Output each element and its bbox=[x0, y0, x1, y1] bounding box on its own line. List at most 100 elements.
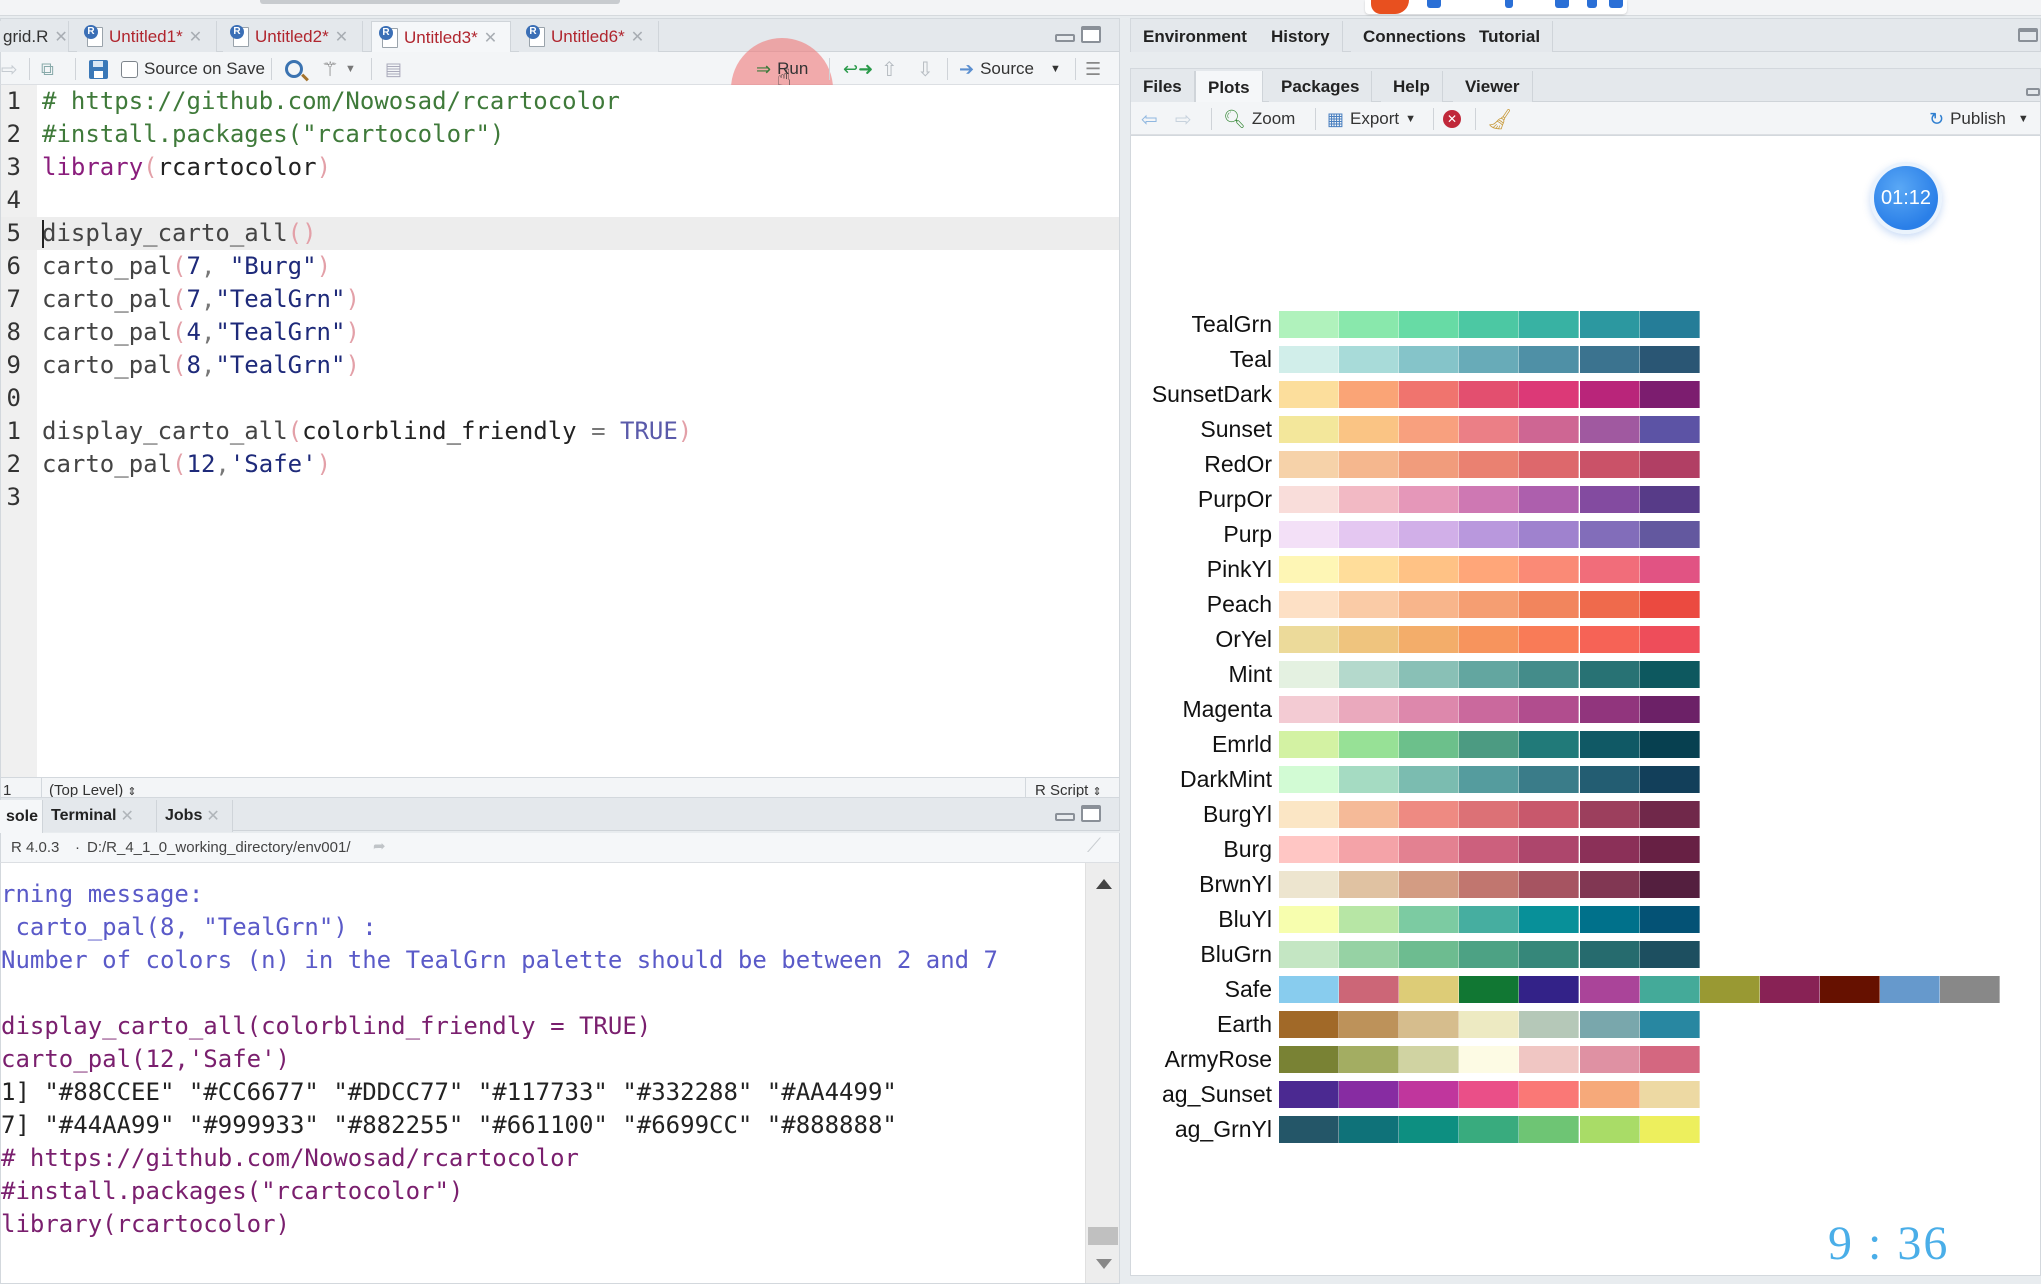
toolbar-separator bbox=[1211, 108, 1212, 130]
close-tab-icon[interactable]: ✕ bbox=[484, 28, 497, 48]
tab-packages[interactable]: Packages bbox=[1269, 71, 1373, 103]
minimize-pane-button[interactable] bbox=[1055, 34, 1075, 42]
show-in-window-icon[interactable]: ⧉ bbox=[41, 57, 54, 81]
console-tab[interactable]: sole bbox=[0, 800, 43, 833]
find-replace-button[interactable] bbox=[285, 57, 303, 81]
next-plot-button[interactable]: ⇨ bbox=[1175, 107, 1192, 131]
clear-console-broom-icon[interactable]: ⟋ bbox=[1087, 835, 1101, 858]
console-tab[interactable]: Terminal ✕ bbox=[43, 800, 157, 832]
scroll-up-arrow-icon[interactable] bbox=[1096, 879, 1112, 889]
palette-swatch bbox=[1339, 906, 1400, 933]
code-token: rcartocolor bbox=[157, 153, 317, 181]
tab-viewer[interactable]: Viewer bbox=[1453, 71, 1533, 103]
zoom-button[interactable]: 🔍︎ Zoom bbox=[1223, 107, 1295, 131]
editor-toolbar: ⇨ ⧉ Source on Save ⚚ ▼ ▤ ⇒ Run ☝ ↩➜ ⇧ ⇩ ➔… bbox=[0, 38, 1120, 140]
code-editor[interactable]: 1 # https://github.com/Nowosad/rcartocolo… bbox=[0, 85, 1120, 777]
console-output[interactable]: rning message: carto_pal(8, "TealGrn") :… bbox=[0, 863, 1120, 1284]
save-button[interactable] bbox=[89, 57, 108, 81]
source-tab-label: Untitled2* bbox=[255, 27, 329, 46]
code-token: ( bbox=[143, 153, 158, 181]
tab-files[interactable]: Files bbox=[1131, 71, 1195, 103]
palette-swatch bbox=[1519, 486, 1580, 513]
source-tab[interactable]: Untitled1* ✕ bbox=[77, 21, 217, 53]
palette-swatch bbox=[1339, 556, 1400, 583]
document-outline-button[interactable]: ☰ bbox=[1085, 57, 1101, 81]
code-tools-button[interactable]: ⚚ ▼ bbox=[321, 57, 356, 81]
restore-pane-button[interactable] bbox=[2018, 28, 2038, 42]
palette-swatch bbox=[1579, 766, 1640, 793]
tab-tutorial[interactable]: Tutorial bbox=[1467, 21, 1554, 53]
previous-plot-button[interactable]: ⇦ bbox=[1141, 107, 1158, 131]
tab-connections[interactable]: Connections bbox=[1351, 21, 1479, 53]
chevron-down-icon[interactable]: ▼ bbox=[1050, 63, 1061, 75]
compile-report-button[interactable]: ▤ bbox=[385, 57, 402, 81]
palette-swatch bbox=[1399, 381, 1460, 408]
source-tab[interactable]: grid.R ✕ bbox=[0, 21, 69, 53]
palette-swatch bbox=[1639, 486, 1700, 513]
source-label: Source bbox=[980, 59, 1034, 78]
tab-plots[interactable]: Plots bbox=[1195, 71, 1263, 104]
console-tab[interactable]: Jobs ✕ bbox=[157, 800, 233, 832]
code-token: display_carto_all bbox=[42, 417, 288, 445]
maximize-pane-button[interactable] bbox=[1081, 805, 1101, 822]
code-line: 0 bbox=[1, 382, 1119, 415]
line-number: 3 bbox=[6, 153, 21, 181]
overlay-icon[interactable] bbox=[1427, 0, 1441, 8]
rerun-button[interactable]: ↩➜ bbox=[843, 57, 873, 81]
next-section-button[interactable]: ⇩ bbox=[917, 57, 934, 81]
close-tab-icon[interactable]: ✕ bbox=[121, 806, 134, 826]
remove-plot-button[interactable]: ✕ bbox=[1443, 107, 1461, 131]
previous-section-button[interactable]: ⇧ bbox=[881, 57, 898, 81]
minimize-pane-button[interactable] bbox=[1055, 813, 1075, 821]
palette-swatch bbox=[1519, 661, 1580, 688]
console-line: rning message: bbox=[1, 880, 204, 908]
recording-timer-badge[interactable]: 01:12 bbox=[1870, 162, 1942, 234]
close-tab-icon[interactable]: ✕ bbox=[54, 27, 67, 47]
overlay-icon[interactable] bbox=[1587, 0, 1597, 8]
publish-button[interactable]: ↻ Publish ▼ bbox=[1929, 107, 2029, 131]
palette-swatch bbox=[1279, 836, 1340, 863]
palette-swatch bbox=[1880, 976, 1941, 1003]
source-on-save-toggle[interactable]: Source on Save bbox=[121, 57, 265, 81]
code-token: ( bbox=[172, 351, 187, 379]
input-method-logo-icon[interactable] bbox=[1371, 0, 1409, 14]
tab-environment[interactable]: Environment bbox=[1131, 21, 1260, 53]
minimize-pane-button[interactable] bbox=[2026, 88, 2040, 96]
tab-history[interactable]: History bbox=[1259, 21, 1343, 53]
code-line: 5 display_carto_all() bbox=[1, 217, 1119, 250]
maximize-pane-button[interactable] bbox=[1081, 26, 1101, 43]
palette-swatch bbox=[1459, 906, 1520, 933]
console-scrollbar[interactable] bbox=[1085, 863, 1119, 1283]
go-to-directory-icon[interactable]: ➦ bbox=[373, 837, 386, 855]
code-token: ( bbox=[172, 252, 187, 280]
palette-swatch bbox=[1339, 941, 1400, 968]
arrow-up-icon: ⇧ bbox=[881, 58, 898, 81]
code-token: "TealGrn" bbox=[215, 318, 346, 346]
source-tab[interactable]: Untitled3* ✕ bbox=[371, 21, 511, 54]
forward-arrow-icon[interactable]: ⇨ bbox=[1, 57, 18, 81]
rerun-icon: ↩➜ bbox=[843, 58, 874, 79]
overlay-icon[interactable] bbox=[1609, 0, 1623, 8]
palette-swatch bbox=[1579, 591, 1640, 618]
close-tab-icon[interactable]: ✕ bbox=[631, 27, 644, 47]
source-tab[interactable]: Untitled6* ✕ bbox=[519, 21, 659, 53]
scrollbar-thumb[interactable] bbox=[1088, 1227, 1118, 1245]
close-tab-icon[interactable]: ✕ bbox=[335, 27, 348, 47]
r-file-icon bbox=[84, 25, 103, 47]
close-tab-icon[interactable]: ✕ bbox=[206, 806, 219, 826]
code-token: 'Safe' bbox=[229, 450, 317, 478]
clear-all-plots-button[interactable]: 🧹︎ bbox=[1487, 107, 1512, 131]
palette-swatch bbox=[1459, 661, 1520, 688]
close-tab-icon[interactable]: ✕ bbox=[189, 27, 202, 47]
toolbar-separator bbox=[29, 58, 30, 80]
source-button[interactable]: ➔ Source ▼ bbox=[959, 57, 1061, 81]
overlay-icon[interactable] bbox=[1505, 0, 1513, 8]
source-tab[interactable]: Untitled2* ✕ bbox=[223, 21, 363, 53]
palette-swatch bbox=[1459, 1046, 1520, 1073]
palette-swatch bbox=[1639, 311, 1700, 338]
scroll-down-arrow-icon[interactable] bbox=[1096, 1259, 1112, 1269]
overlay-icon[interactable] bbox=[1555, 0, 1569, 8]
source-on-save-checkbox[interactable] bbox=[121, 60, 138, 78]
export-button[interactable]: ▦ Export ▼ bbox=[1327, 107, 1416, 131]
tab-help[interactable]: Help bbox=[1381, 71, 1443, 103]
